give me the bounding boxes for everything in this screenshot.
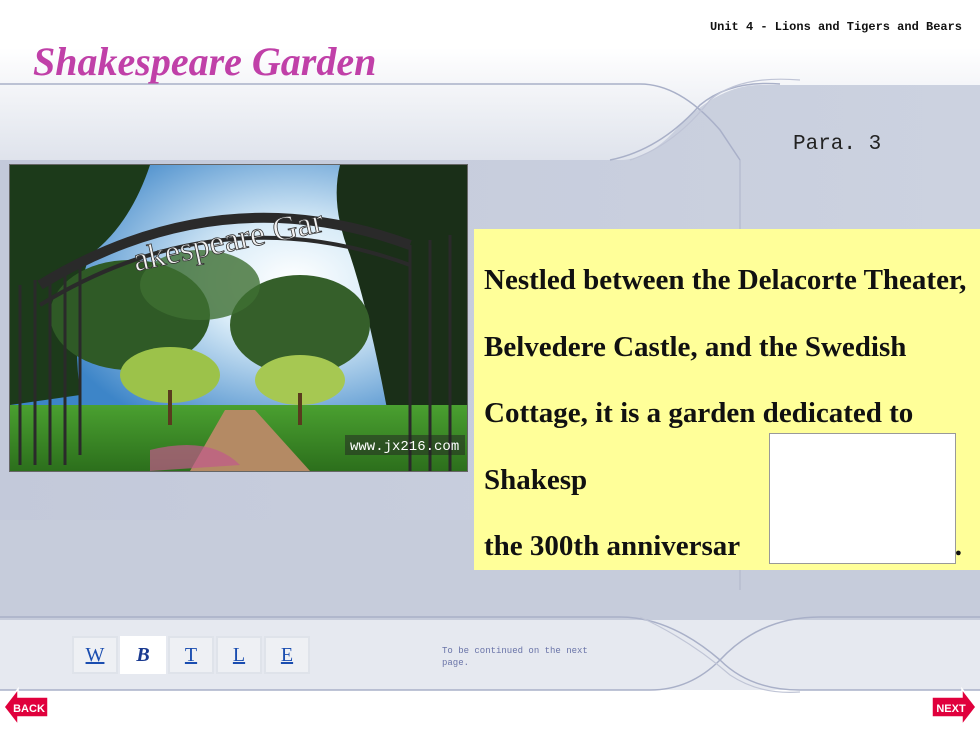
answer-cover-box[interactable] (769, 433, 956, 564)
next-button[interactable]: NEXT (932, 687, 976, 727)
nav-letter-w[interactable]: W (72, 636, 118, 674)
nav-letter-b[interactable]: B (120, 636, 166, 674)
garden-photo: akespeare Gar www.jx216.com (9, 164, 468, 472)
nav-letter-e[interactable]: E (264, 636, 310, 674)
nav-letter-l[interactable]: L (216, 636, 262, 674)
back-label: BACK (13, 703, 45, 715)
photo-watermark: www.jx216.com (350, 439, 459, 455)
slide-title: Shakespeare Garden (33, 39, 377, 84)
back-button[interactable]: BACK (4, 687, 48, 727)
unit-label: Unit 4 - Lions and Tigers and Bears (709, 20, 962, 34)
paragraph-label: Para. 3 (793, 133, 882, 156)
next-label: NEXT (936, 703, 966, 715)
nav-letter-t[interactable]: T (168, 636, 214, 674)
section-nav: W B T L E (72, 636, 310, 674)
continued-note: To be continued on the next page. (442, 646, 588, 668)
